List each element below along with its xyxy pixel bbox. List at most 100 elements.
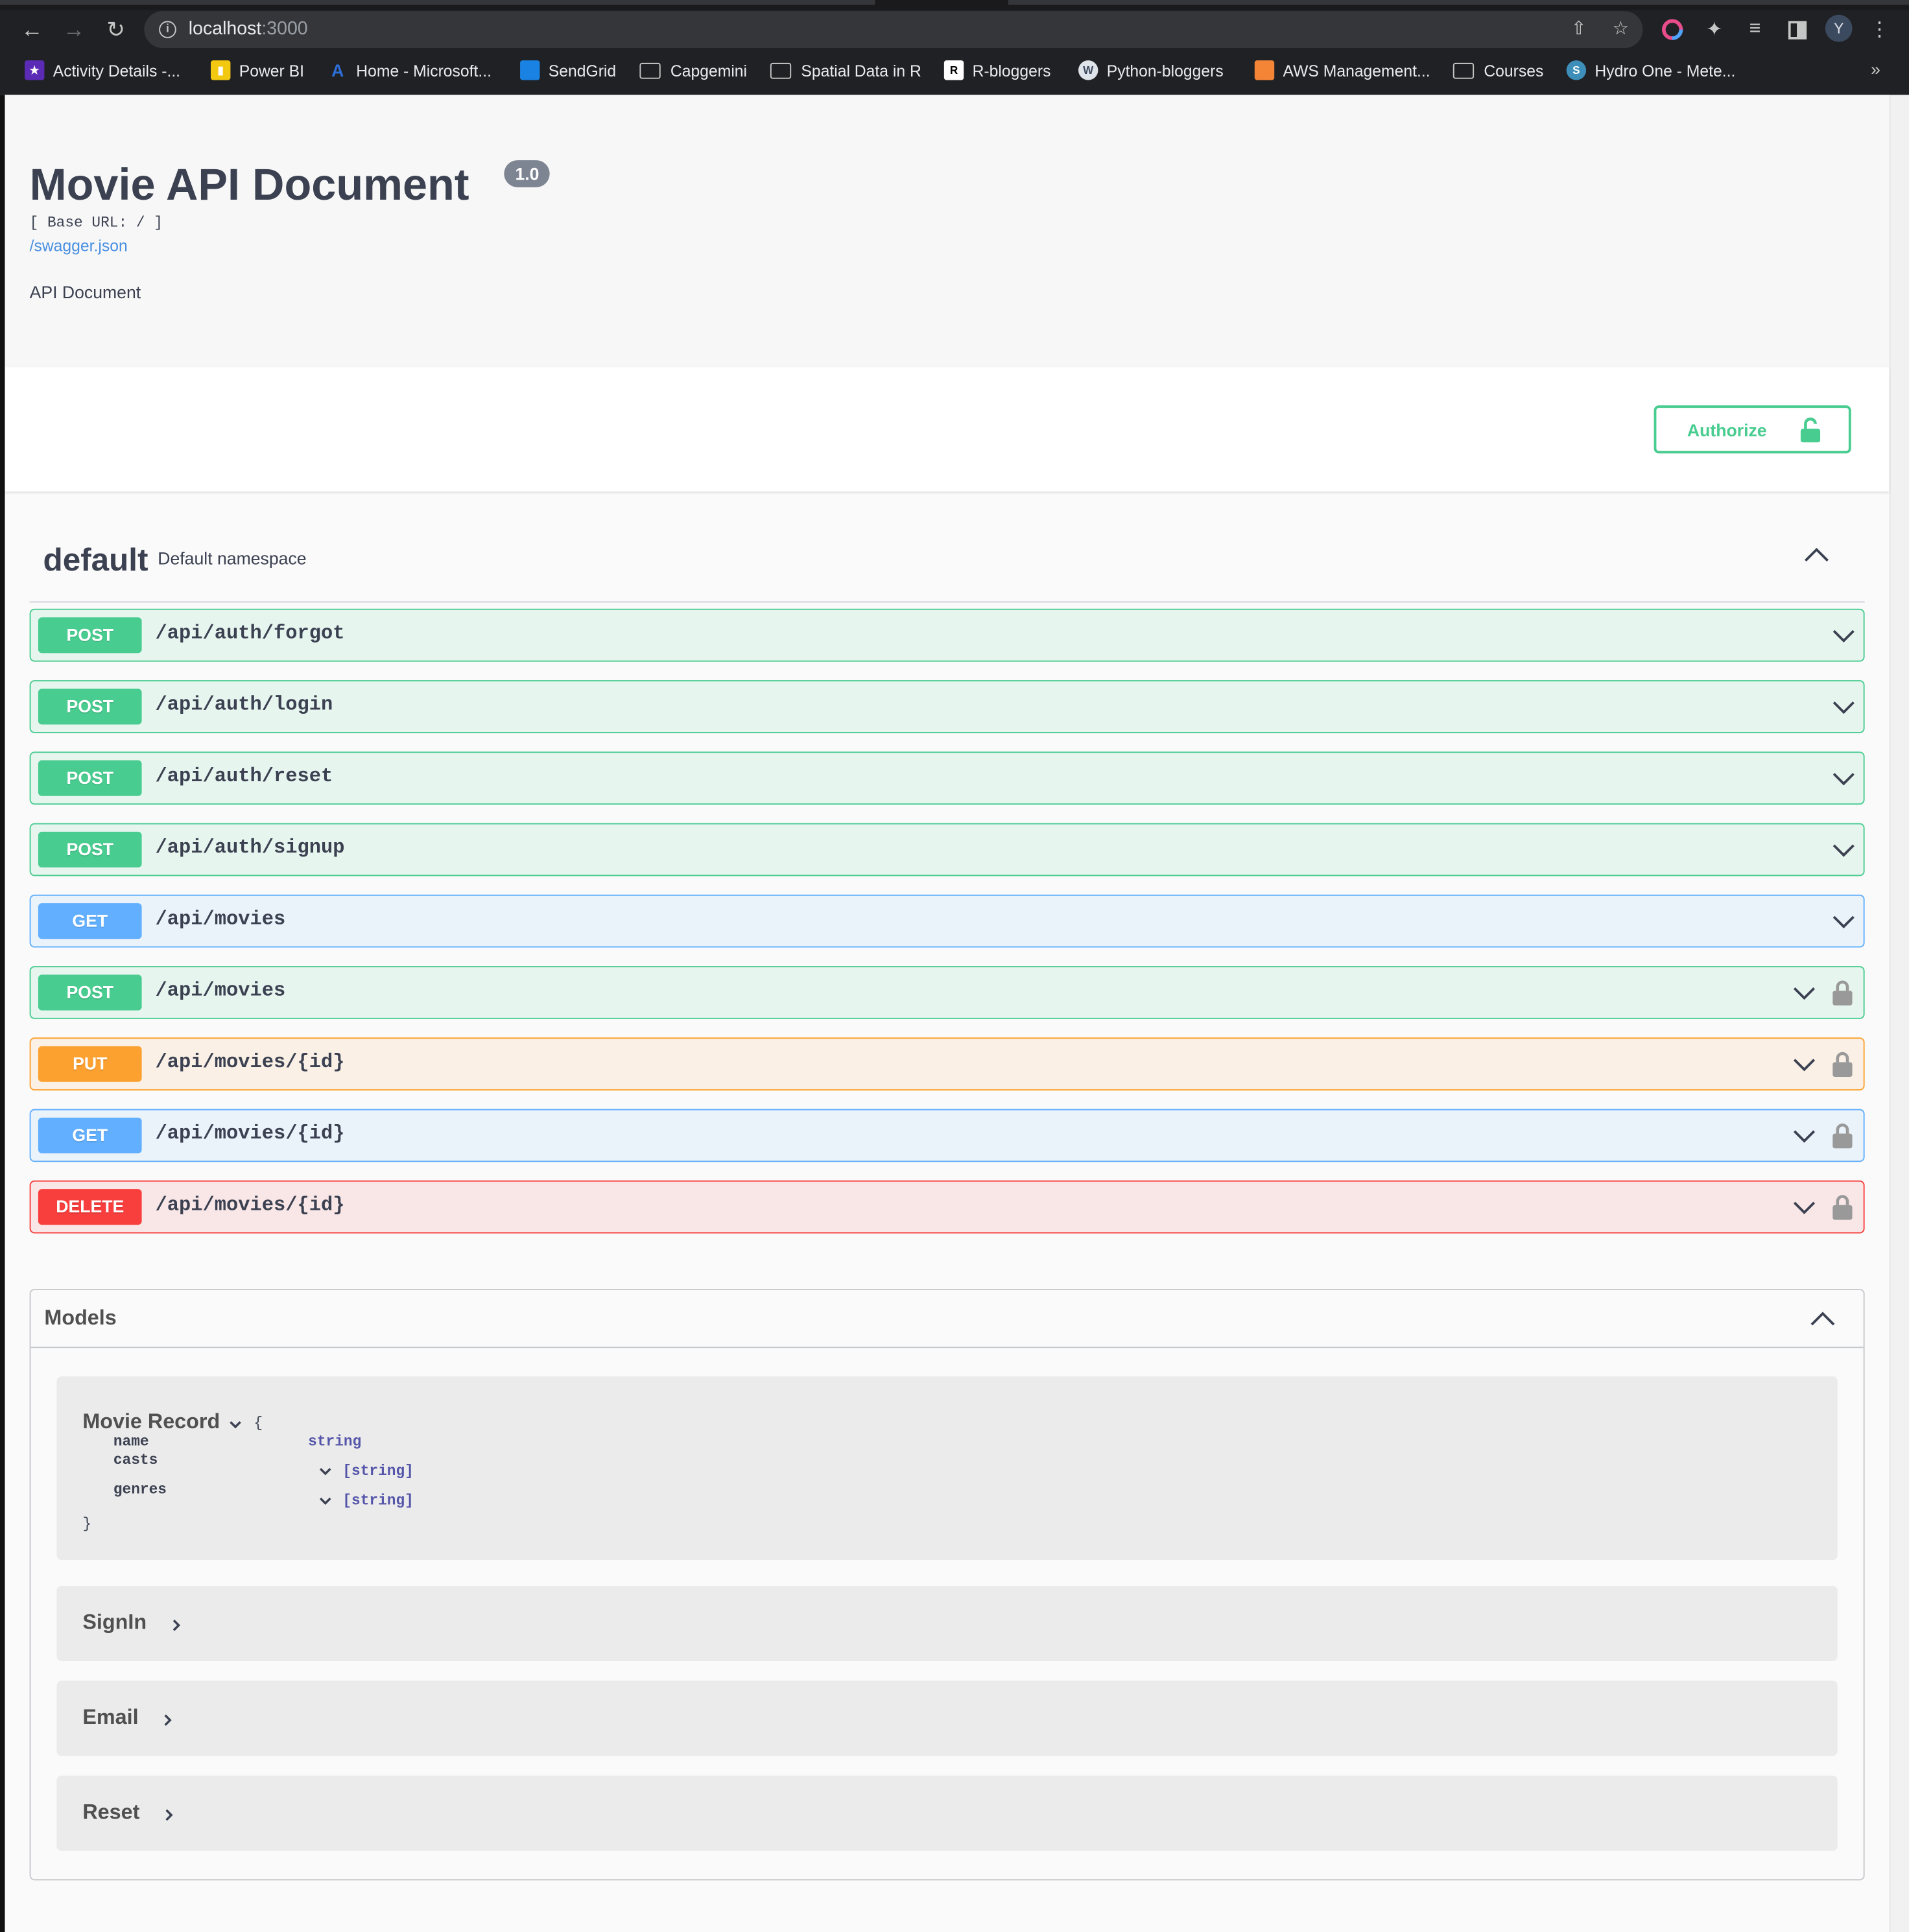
http-method-badge: POST <box>38 974 142 1011</box>
profile-avatar[interactable]: Y <box>1825 14 1853 42</box>
browser-menu-icon[interactable]: ⋮ <box>1864 14 1895 45</box>
chevron-down-icon[interactable] <box>1792 981 1816 1006</box>
scheme-container: Authorize <box>5 367 1890 492</box>
tag-name: default <box>43 541 148 578</box>
prop-type: [string] <box>342 1463 414 1480</box>
bookmarks-bar: ★ Activity Details -... ▮ Power BI A Home -… <box>0 54 1909 86</box>
lock-icon[interactable] <box>1832 1122 1853 1149</box>
opblock-get[interactable]: GET/api/movies/{id} <box>29 1109 1865 1162</box>
reading-list-icon[interactable]: ≡ <box>1739 14 1771 45</box>
wordpress-icon: W <box>1078 60 1098 80</box>
opblock-post[interactable]: POST/api/auth/login <box>29 680 1865 733</box>
reload-icon[interactable]: ↻ <box>100 14 132 45</box>
operation-path: /api/movies/{id} <box>155 1122 345 1145</box>
share-icon[interactable]: ⇧ <box>1565 16 1593 43</box>
opblock-post[interactable]: POST/api/auth/reset <box>29 751 1865 805</box>
opblock-put[interactable]: PUT/api/movies/{id} <box>29 1037 1865 1091</box>
opblock-post[interactable]: POST/api/movies <box>29 966 1865 1019</box>
http-method-badge: POST <box>38 617 142 654</box>
side-panel-icon[interactable] <box>1781 14 1812 45</box>
model-name[interactable]: Movie Record <box>82 1409 220 1434</box>
bookmark-python-bloggers[interactable]: W Python-bloggers <box>1078 56 1224 84</box>
bookmark-sendgrid[interactable]: SendGrid <box>520 56 616 84</box>
models-title: Models <box>44 1306 117 1330</box>
bookmark-aws-management[interactable]: AWS Management... <box>1254 56 1430 84</box>
chevron-down-icon[interactable] <box>1831 766 1856 791</box>
bookmark-folder-courses[interactable]: Courses <box>1452 56 1543 84</box>
page-title: Movie API Document <box>29 159 469 210</box>
chevron-right-icon[interactable] <box>169 1618 184 1632</box>
lock-icon[interactable] <box>1832 980 1853 1006</box>
swagger-json-link[interactable]: /swagger.json <box>30 237 128 255</box>
site-info-icon[interactable]: i <box>159 21 176 38</box>
model-email[interactable]: Email <box>56 1680 1838 1756</box>
bookmark-hydro-one[interactable]: S Hydro One - Mete... <box>1566 56 1735 84</box>
bookmark-activity-details[interactable]: ★ Activity Details -... <box>25 56 180 84</box>
azure-icon: A <box>331 60 344 80</box>
lock-icon[interactable] <box>1832 1194 1853 1220</box>
chevron-up-icon[interactable] <box>1802 541 1832 571</box>
folder-icon <box>639 62 661 78</box>
opblock-post[interactable]: POST/api/auth/forgot <box>29 608 1865 662</box>
operation-path: /api/auth/login <box>155 694 333 716</box>
activity-icon: ★ <box>25 60 45 80</box>
browser-chrome: ← → ↻ i localhost:3000 ⇧ ☆ ✦ ≡ Y ⋮ ★ Acti… <box>0 0 1909 95</box>
operation-path: /api/auth/forgot <box>155 622 345 645</box>
more-bookmarks-icon[interactable]: » <box>1871 59 1880 78</box>
hydro-one-icon: S <box>1566 60 1587 80</box>
extensions-puzzle-icon[interactable]: ✦ <box>1698 14 1730 45</box>
bookmark-folder-capgemini[interactable]: Capgemini <box>639 56 747 84</box>
bookmark-home-microsoft[interactable]: A Home - Microsoft... <box>328 56 492 84</box>
operation-path: /api/auth/reset <box>155 765 333 788</box>
chevron-down-icon[interactable] <box>1831 838 1856 862</box>
models-header[interactable]: Models <box>30 1290 1864 1349</box>
http-method-badge: POST <box>38 689 142 725</box>
forward-arrow-icon[interactable]: → <box>58 14 89 45</box>
operation-path: /api/movies <box>155 908 286 930</box>
chevron-down-icon[interactable] <box>1831 910 1856 934</box>
prop-type: [string] <box>342 1492 414 1510</box>
model-name: Reset <box>82 1800 140 1824</box>
opblock-delete[interactable]: DELETE/api/movies/{id} <box>29 1180 1865 1234</box>
vertical-scrollbar[interactable] <box>1889 95 1909 1932</box>
prop-type: string <box>308 1433 362 1451</box>
model-reset[interactable]: Reset <box>56 1775 1838 1851</box>
http-method-badge: POST <box>38 760 142 796</box>
api-description: API Document <box>29 282 141 302</box>
lock-icon[interactable] <box>1832 1051 1853 1078</box>
chevron-down-icon[interactable] <box>228 1417 243 1432</box>
unlock-icon <box>1800 418 1821 443</box>
chevron-right-icon[interactable] <box>160 1713 175 1728</box>
sendgrid-icon <box>520 60 540 80</box>
color-extension-icon[interactable] <box>1656 14 1688 45</box>
authorize-button[interactable]: Authorize <box>1654 405 1851 454</box>
chevron-up-icon[interactable] <box>1808 1305 1838 1335</box>
base-url: [ Base URL: / ] <box>29 214 163 232</box>
chevron-down-icon[interactable] <box>1792 1052 1816 1077</box>
folder-icon <box>1452 62 1475 78</box>
chevron-down-icon[interactable] <box>1792 1124 1816 1148</box>
chevron-down-icon[interactable] <box>318 1464 333 1479</box>
model-signin[interactable]: SignIn <box>56 1586 1838 1662</box>
prop-name: genres <box>113 1481 167 1499</box>
bookmark-star-icon[interactable]: ☆ <box>1607 16 1634 43</box>
version-badge: 1.0 <box>504 160 551 187</box>
opblock-post[interactable]: POST/api/auth/signup <box>29 823 1865 877</box>
chevron-down-icon[interactable] <box>318 1494 333 1509</box>
bookmark-power-bi[interactable]: ▮ Power BI <box>211 56 304 84</box>
bookmark-folder-spatial-data[interactable]: Spatial Data in R <box>770 56 921 84</box>
chevron-down-icon[interactable] <box>1792 1196 1816 1220</box>
tag-section-header[interactable]: default Default namespace <box>29 509 1865 603</box>
address-bar[interactable]: i localhost:3000 ⇧ ☆ <box>144 11 1643 49</box>
chevron-down-icon[interactable] <box>1831 624 1856 648</box>
opblock-get[interactable]: GET/api/movies <box>29 894 1865 948</box>
model-name: SignIn <box>82 1610 147 1634</box>
http-method-badge: GET <box>38 903 142 939</box>
open-brace: { <box>254 1414 263 1432</box>
chevron-down-icon[interactable] <box>1831 695 1856 720</box>
back-arrow-icon[interactable]: ← <box>16 14 48 45</box>
prop-name: name <box>113 1433 149 1451</box>
chevron-right-icon[interactable] <box>161 1808 176 1822</box>
bookmark-r-bloggers[interactable]: R R-bloggers <box>943 56 1050 84</box>
http-method-badge: PUT <box>38 1046 142 1082</box>
